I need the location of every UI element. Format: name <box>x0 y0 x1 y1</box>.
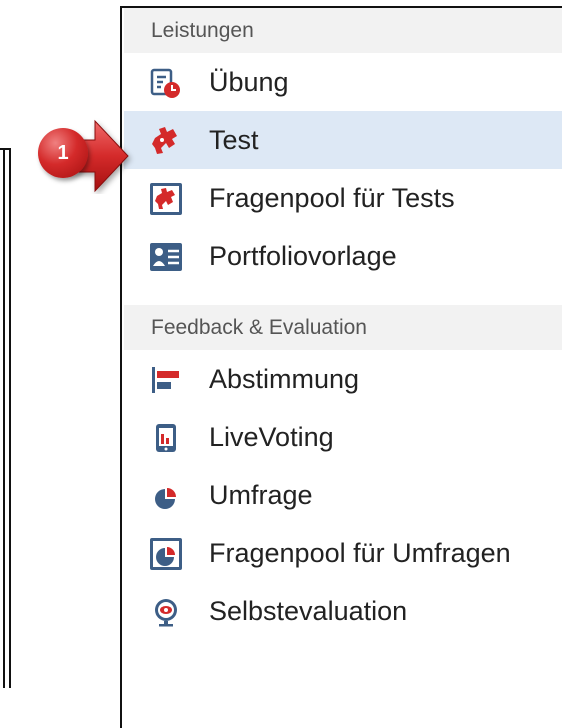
menu-item-fragenpool-tests[interactable]: Fragenpool für Tests <box>124 169 562 227</box>
menu-item-label: Test <box>209 125 259 155</box>
menu-item-label: Umfrage <box>209 480 313 510</box>
menu-item-label: Übung <box>209 67 289 97</box>
portfolio-template-icon <box>149 240 183 274</box>
left-panel-right-border <box>9 148 11 688</box>
poll-icon <box>149 363 183 397</box>
menu-item-label: Fragenpool für Umfragen <box>209 538 511 568</box>
section-header-leistungen: Leistungen <box>124 8 562 53</box>
menu-item-label: LiveVoting <box>209 422 334 452</box>
step-callout: 1 <box>30 118 140 194</box>
menu-item-portfoliovorlage[interactable]: Portfoliovorlage <box>124 227 562 285</box>
menu-item-label: Fragenpool für Tests <box>209 183 455 213</box>
exercise-icon <box>149 66 183 100</box>
menu-item-uebung[interactable]: Übung <box>124 53 562 111</box>
left-panel <box>3 148 5 688</box>
puzzle-piece-icon <box>149 124 183 158</box>
test-question-pool-icon <box>149 182 183 216</box>
section-header-feedback-evaluation: Feedback & Evaluation <box>124 305 562 350</box>
menu-item-label: Portfoliovorlage <box>209 241 397 271</box>
new-object-menu: Leistungen Übung Test Fragenpool für Tes… <box>120 6 562 728</box>
menu-item-abstimmung[interactable]: Abstimmung <box>124 350 562 408</box>
survey-question-pool-icon <box>149 537 183 571</box>
survey-icon <box>149 479 183 513</box>
live-voting-icon <box>149 421 183 455</box>
menu-item-test[interactable]: Test <box>124 111 562 169</box>
menu-item-selbstevaluation[interactable]: Selbstevaluation <box>124 582 562 640</box>
menu-item-fragenpool-umfragen[interactable]: Fragenpool für Umfragen <box>124 524 562 582</box>
menu-item-livevoting[interactable]: LiveVoting <box>124 408 562 466</box>
menu-item-umfrage[interactable]: Umfrage <box>124 466 562 524</box>
self-evaluation-icon <box>149 595 183 629</box>
menu-item-label: Abstimmung <box>209 364 360 394</box>
menu-item-label: Selbstevaluation <box>209 596 408 626</box>
step-number-badge: 1 <box>38 128 88 178</box>
